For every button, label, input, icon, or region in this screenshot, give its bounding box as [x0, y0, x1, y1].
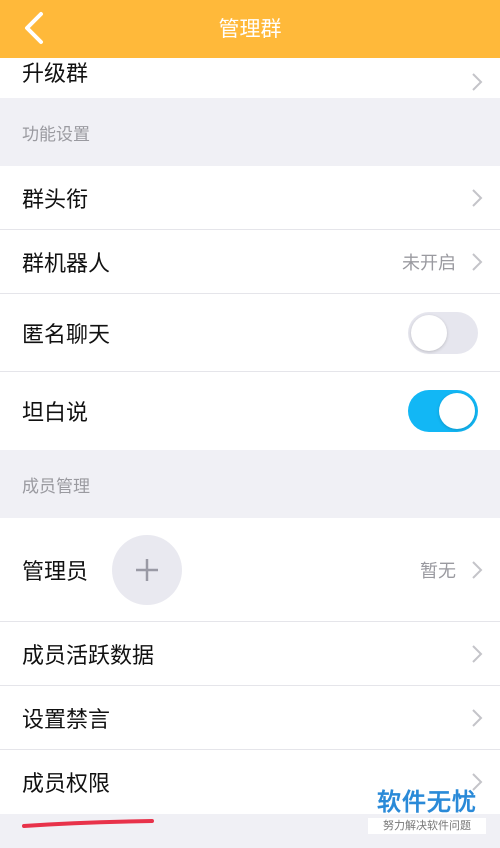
watermark-logo: 软件无忧 努力解决软件问题 [368, 788, 486, 834]
settings-list: 升级群 功能设置 群头衔 群机器人 未开启 匿名聊天 坦白说 成员管理 管理员 [0, 58, 500, 814]
chevron-right-icon [472, 189, 483, 207]
page-title: 管理群 [218, 17, 282, 41]
section-header-features: 功能设置 [22, 124, 90, 145]
section-header-members: 成员管理 [22, 476, 90, 497]
anonymous-chat-row: 匿名聊天 [0, 294, 500, 372]
nav-bar: 管理群 [0, 0, 500, 58]
candid-say-row: 坦白说 [0, 372, 500, 450]
group-title-row[interactable]: 群头衔 [0, 166, 500, 230]
chevron-right-icon [472, 253, 483, 271]
add-admin-button[interactable] [112, 535, 182, 605]
admin-count: 暂无 [420, 561, 456, 582]
watermark-main-text: 软件无忧 [377, 788, 477, 816]
mute-settings-row[interactable]: 设置禁言 [0, 686, 500, 750]
upgrade-group-label: 升级群 [22, 62, 89, 87]
candid-say-toggle[interactable] [408, 390, 478, 432]
admin-row[interactable]: 管理员 暂无 [0, 518, 500, 622]
chevron-right-icon [472, 73, 483, 91]
group-robot-row[interactable]: 群机器人 未开启 [0, 230, 500, 294]
chevron-right-icon [472, 709, 483, 727]
activity-data-row[interactable]: 成员活跃数据 [0, 622, 500, 686]
mute-settings-label: 设置禁言 [22, 708, 111, 733]
member-permissions-label: 成员权限 [22, 772, 111, 797]
anonymous-chat-toggle[interactable] [408, 312, 478, 354]
group-robot-status: 未开启 [402, 253, 456, 274]
group-title-label: 群头衔 [22, 188, 89, 213]
toggle-knob [411, 315, 447, 351]
highlight-underline [22, 819, 154, 828]
upgrade-group-row[interactable]: 升级群 [0, 58, 500, 98]
watermark-sub-text: 努力解决软件问题 [368, 818, 486, 834]
toggle-knob [439, 393, 475, 429]
candid-say-label: 坦白说 [22, 401, 89, 426]
plus-icon [136, 559, 158, 581]
chevron-right-icon [472, 645, 483, 663]
activity-data-label: 成员活跃数据 [22, 644, 155, 669]
admin-label: 管理员 [22, 560, 89, 585]
anonymous-chat-label: 匿名聊天 [22, 323, 111, 348]
chevron-right-icon [472, 561, 483, 579]
group-robot-label: 群机器人 [22, 252, 111, 277]
